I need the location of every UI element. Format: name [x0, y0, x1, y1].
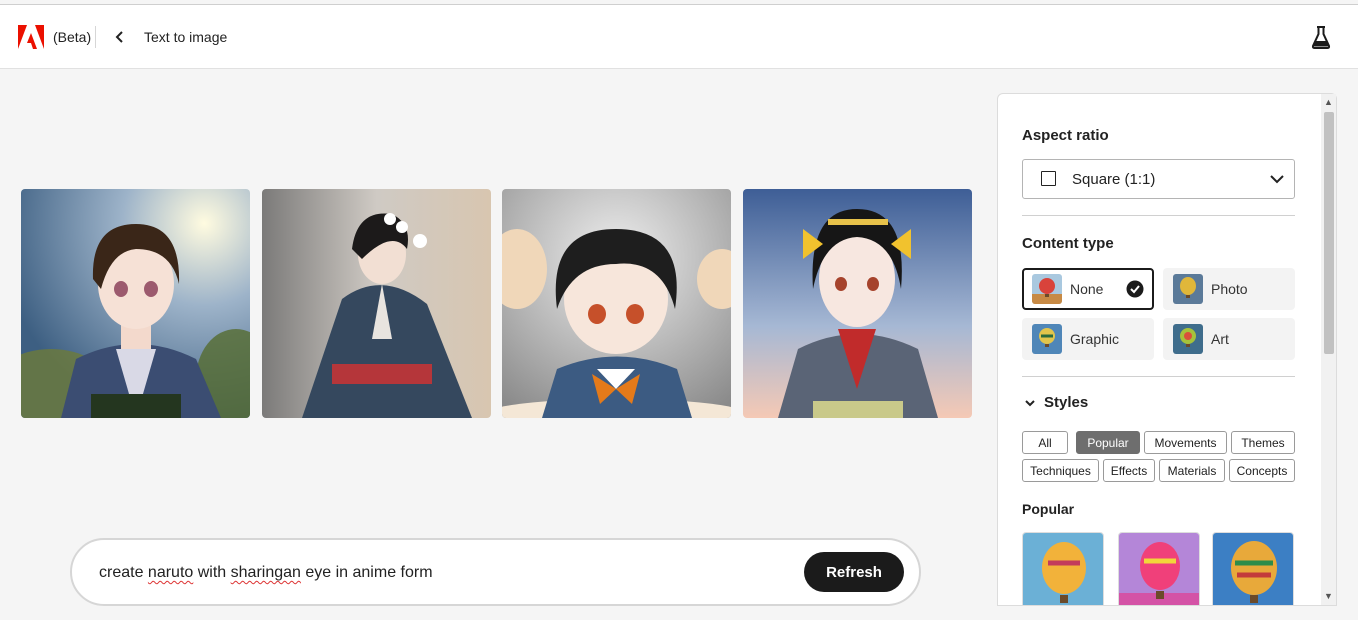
- anime-portrait-image: [743, 189, 972, 418]
- aspect-ratio-value: Square (1:1): [1072, 171, 1156, 188]
- square-icon: [1041, 171, 1056, 186]
- settings-panel: Aspect ratio Square (1:1) Content type N…: [997, 93, 1337, 606]
- content-type-label: Graphic: [1070, 331, 1120, 347]
- balloon-icon: [1173, 274, 1203, 304]
- refresh-button[interactable]: Refresh: [804, 552, 904, 592]
- chevron-down-icon: [1025, 399, 1035, 406]
- popular-style-tile-1[interactable]: [1022, 532, 1104, 605]
- content-type-none[interactable]: None: [1022, 268, 1154, 310]
- balloon-icon: [1173, 324, 1203, 354]
- style-chip-movements[interactable]: Movements: [1144, 431, 1227, 454]
- content-type-graphic[interactable]: Graphic: [1022, 318, 1154, 360]
- content-type-photo[interactable]: Photo: [1163, 268, 1295, 310]
- content-type-label: None: [1070, 281, 1104, 297]
- style-chip-materials[interactable]: Materials: [1159, 459, 1225, 482]
- anime-portrait-image: [262, 189, 491, 418]
- generated-image-2[interactable]: [262, 189, 491, 418]
- style-chip-themes[interactable]: Themes: [1231, 431, 1295, 454]
- balloon-icon: [1032, 324, 1062, 354]
- anime-portrait-image: [21, 189, 250, 418]
- anime-portrait-image: [502, 189, 731, 418]
- style-chip-popular[interactable]: Popular: [1076, 431, 1140, 454]
- content-type-label: Photo: [1211, 281, 1248, 297]
- header-divider: [95, 26, 96, 48]
- aspect-ratio-title: Aspect ratio: [1022, 127, 1109, 144]
- balloon-icon: [1032, 274, 1062, 304]
- style-chip-all[interactable]: All: [1022, 431, 1068, 454]
- flask-icon[interactable]: [1310, 25, 1332, 49]
- divider: [1022, 215, 1295, 216]
- scrollbar-thumb[interactable]: [1324, 112, 1334, 354]
- aspect-ratio-select[interactable]: Square (1:1): [1022, 159, 1295, 199]
- app-header: (Beta) Text to image: [0, 5, 1358, 69]
- scroll-up-icon[interactable]: ▲: [1324, 97, 1333, 107]
- popular-title: Popular: [1022, 501, 1075, 517]
- popular-style-tile-3[interactable]: [1212, 532, 1294, 605]
- content-type-label: Art: [1211, 331, 1229, 347]
- balloon-icon: [1119, 533, 1199, 605]
- panel-scrollbar[interactable]: ▲ ▼: [1321, 94, 1336, 605]
- popular-style-tile-2[interactable]: [1118, 532, 1200, 605]
- generated-image-4[interactable]: [743, 189, 972, 418]
- content-type-title: Content type: [1022, 235, 1114, 252]
- adobe-logo[interactable]: [18, 25, 44, 49]
- generated-image-3[interactable]: [502, 189, 731, 418]
- prompt-bar: create naruto with sharingan eye in anim…: [70, 538, 921, 606]
- style-chip-concepts[interactable]: Concepts: [1229, 459, 1295, 482]
- checkmark-icon: [1126, 280, 1144, 298]
- page-title: Text to image: [144, 29, 228, 45]
- balloon-icon: [1023, 533, 1103, 605]
- chevron-down-icon: [1270, 175, 1284, 184]
- beta-label: (Beta): [53, 29, 92, 45]
- chevron-left-icon: [115, 31, 123, 43]
- balloon-icon: [1213, 533, 1293, 605]
- generated-image-1[interactable]: [21, 189, 250, 418]
- prompt-input[interactable]: create naruto with sharingan eye in anim…: [99, 564, 433, 582]
- styles-title: Styles: [1044, 394, 1089, 411]
- style-chip-effects[interactable]: Effects: [1103, 459, 1155, 482]
- style-chip-techniques[interactable]: Techniques: [1022, 459, 1099, 482]
- divider: [1022, 376, 1295, 377]
- scroll-down-icon[interactable]: ▼: [1324, 591, 1333, 601]
- back-button[interactable]: [110, 26, 130, 48]
- styles-toggle[interactable]: Styles: [1024, 394, 1088, 411]
- content-type-art[interactable]: Art: [1163, 318, 1295, 360]
